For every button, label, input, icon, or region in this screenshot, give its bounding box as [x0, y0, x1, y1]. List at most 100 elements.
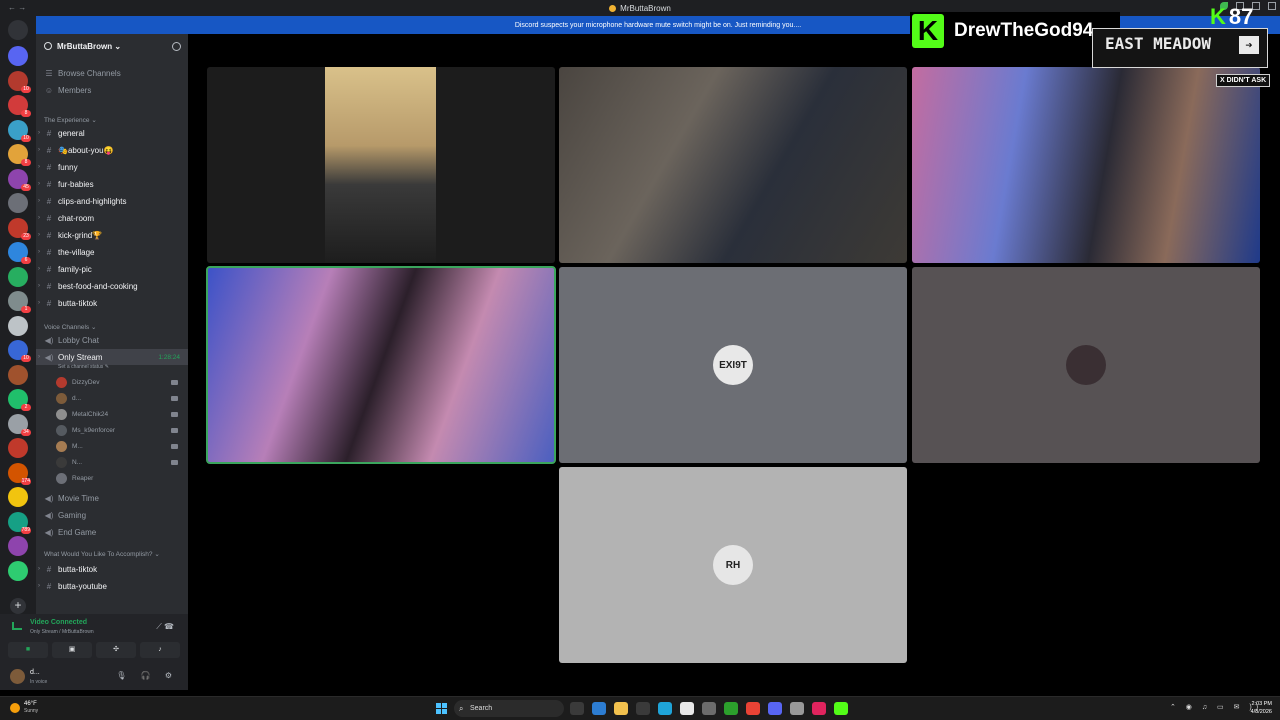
video-tile[interactable]: [912, 67, 1260, 263]
channel-1[interactable]: › # 🎭about-you😝: [36, 142, 188, 158]
steam-icon[interactable]: [702, 702, 716, 715]
channel-8-label: family-pic: [58, 264, 92, 274]
video-tile[interactable]: [559, 67, 907, 263]
server-icon[interactable]: [8, 193, 28, 213]
server-icon[interactable]: 174: [8, 462, 31, 485]
video-tile[interactable]: [207, 67, 555, 263]
channel-7[interactable]: › # the-village: [36, 244, 188, 260]
voice-user[interactable]: MetalChik24: [56, 407, 180, 421]
taskview-icon[interactable]: [570, 702, 584, 715]
voice-timer: 1:28:24: [158, 353, 180, 361]
activities-button[interactable]: ✣: [96, 642, 136, 658]
server-icon[interactable]: 10: [8, 119, 31, 142]
taskbar-search[interactable]: Search: [454, 700, 564, 717]
discord-icon[interactable]: [768, 702, 782, 715]
server-icon[interactable]: [8, 266, 28, 287]
server-icon[interactable]: [8, 536, 28, 556]
voice-lobby-chat[interactable]: ◀) Lobby Chat: [36, 332, 188, 348]
kick-icon[interactable]: [834, 702, 848, 715]
edge-icon[interactable]: [658, 702, 672, 715]
server-icon[interactable]: 8: [8, 144, 31, 166]
settings-icon[interactable]: [790, 702, 804, 715]
voice-user[interactable]: Ms_k9enforcer: [56, 423, 180, 437]
members-link[interactable]: ☺ Members: [36, 82, 188, 98]
voice-user[interactable]: Reaper: [56, 471, 180, 485]
soundboard-button[interactable]: ♪: [140, 642, 180, 658]
channel-6[interactable]: › # kick-grind🏆: [36, 227, 188, 243]
server-icon[interactable]: [8, 560, 28, 581]
chrome-icon[interactable]: [746, 702, 760, 715]
avatar[interactable]: [10, 669, 25, 684]
channel-4[interactable]: › # clips-and-highlights: [36, 193, 188, 209]
server-icon[interactable]: [8, 487, 28, 507]
weather-widget[interactable]: 46°F Sunny: [10, 701, 38, 715]
channel-5[interactable]: › # chat-room: [36, 210, 188, 226]
channel-status-set[interactable]: Set a channel status ✎: [58, 364, 109, 370]
user-name[interactable]: d...: [30, 669, 40, 676]
avatar-tile[interactable]: EXI9T: [559, 267, 907, 463]
server-icon[interactable]: 23: [8, 217, 31, 240]
copilot-icon[interactable]: [592, 702, 606, 715]
server-icon[interactable]: 45: [8, 168, 31, 191]
app-icon[interactable]: [636, 702, 650, 715]
channel-2[interactable]: › # funny: [36, 159, 188, 175]
channel-8[interactable]: › # family-pic: [36, 261, 188, 277]
server-icon[interactable]: [8, 46, 28, 66]
accomplish-channel-0[interactable]: › # butta-tiktok: [36, 561, 188, 577]
system-tray[interactable]: ⌃ ◉ ♫ ▭ ✉ )): [1170, 703, 1262, 711]
voice-user[interactable]: DizzyDev: [56, 375, 180, 389]
voice-status-title[interactable]: Video Connected: [30, 619, 87, 626]
category-the-experience[interactable]: The Experience ⌄: [44, 116, 97, 124]
channel-3[interactable]: › # fur-babies: [36, 176, 188, 192]
start-button[interactable]: [436, 703, 447, 714]
file-explorer-icon[interactable]: [614, 702, 628, 715]
server-header[interactable]: MrButtaBrown ⌄: [36, 34, 188, 58]
category-accomplish[interactable]: What Would You Like To Accomplish? ⌄: [44, 550, 160, 558]
channel-10[interactable]: › # butta-tiktok: [36, 295, 188, 311]
browse-channels[interactable]: ☰ Browse Channels: [36, 65, 188, 81]
screenshare-button[interactable]: ▣: [52, 642, 92, 658]
speaker-icon: ◀): [44, 352, 54, 362]
add-server-button[interactable]: +: [10, 598, 26, 614]
category-voice-channels[interactable]: Voice Channels ⌄: [44, 323, 96, 331]
avatar-tile[interactable]: RH: [559, 467, 907, 663]
server-icon[interactable]: 10: [8, 70, 31, 93]
app-icon[interactable]: [812, 702, 826, 715]
server-icon[interactable]: 8: [8, 95, 31, 117]
video-tile[interactable]: [206, 266, 556, 464]
home-button[interactable]: [8, 20, 28, 40]
clock[interactable]: 2:03 PM 4/8/2026: [1251, 700, 1272, 716]
server-icon[interactable]: 6: [8, 242, 31, 264]
mic-headset-settings-icons[interactable]: 🎙 🎧 ⚙: [116, 671, 178, 680]
accomplish-channel-1[interactable]: › # butta-youtube: [36, 578, 188, 594]
viewer-count: K 87: [1210, 4, 1253, 30]
server-icon[interactable]: 2: [8, 389, 31, 411]
server-icon[interactable]: [8, 438, 28, 458]
avatar-tile[interactable]: [912, 267, 1260, 463]
user-status: In voice: [30, 679, 48, 685]
nav-arrows[interactable]: ← →: [8, 3, 26, 12]
invite-icon[interactable]: [172, 42, 181, 51]
server-icon[interactable]: 34: [8, 413, 31, 436]
voice-user[interactable]: d...: [56, 391, 180, 405]
voice-channel-1[interactable]: ◀) Gaming: [36, 507, 188, 523]
signal-icon[interactable]: [12, 622, 22, 630]
xbox-icon[interactable]: [724, 702, 738, 715]
maximize-button[interactable]: [1268, 2, 1276, 10]
voice-channel-2[interactable]: ◀) End Game: [36, 524, 188, 540]
voice-channel-0[interactable]: ◀) Movie Time: [36, 490, 188, 506]
server-icon[interactable]: 1: [8, 291, 31, 313]
disconnect-icon[interactable]: ⟋ ☎: [156, 622, 174, 632]
voice-only-stream[interactable]: › ◀) Only Stream 1:28:24: [36, 349, 188, 365]
voice-user[interactable]: N...: [56, 455, 180, 469]
camera-button[interactable]: ■: [8, 642, 48, 658]
channel-0[interactable]: › # general: [36, 125, 188, 141]
server-icon[interactable]: [8, 364, 28, 385]
app-icon[interactable]: [680, 702, 694, 715]
server-icon[interactable]: 789: [8, 511, 31, 534]
voice-user[interactable]: M...: [56, 439, 180, 453]
channel-9[interactable]: › # best-food-and-cooking: [36, 278, 188, 294]
server-icon[interactable]: 10: [8, 340, 31, 362]
server-icon[interactable]: [8, 315, 28, 336]
voice-status-subtitle[interactable]: Only Stream / MrButtaBrown: [30, 629, 94, 635]
